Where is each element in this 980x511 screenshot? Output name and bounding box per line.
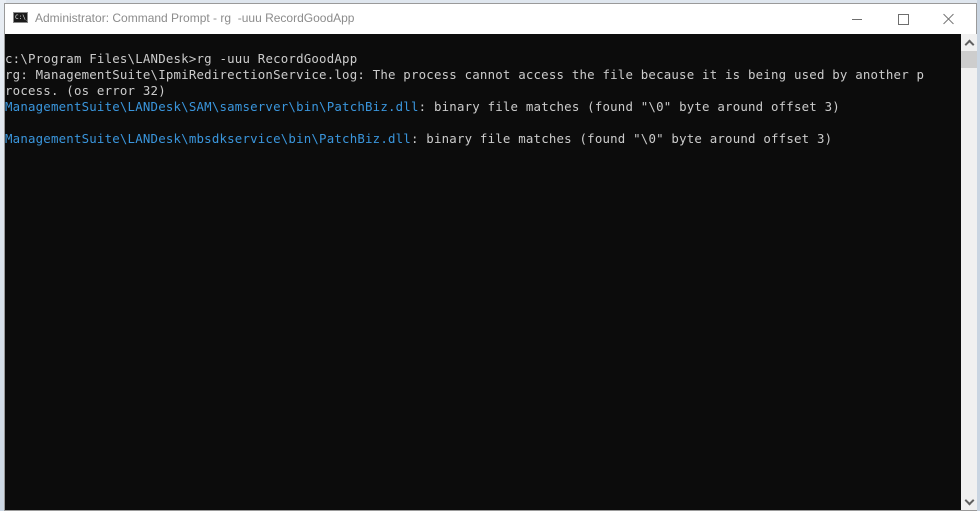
title-bar[interactable]: C:\_ Administrator: Command Prompt - rg … <box>5 4 976 34</box>
scroll-thumb[interactable] <box>961 51 977 68</box>
scroll-up-button[interactable] <box>961 34 977 51</box>
console-line-error: rg: ManagementSuite\IpmiRedirectionServi… <box>5 67 925 82</box>
minimize-icon <box>852 18 862 20</box>
prompt: c:\Program Files\LANDesk> <box>5 51 197 66</box>
console-output[interactable]: c:\Program Files\LANDesk>rg -uuu RecordG… <box>5 34 961 510</box>
chevron-down-icon <box>964 495 974 505</box>
match-message: : binary file matches (found "\0" byte a… <box>410 131 833 146</box>
chevron-up-icon <box>964 39 974 49</box>
vertical-scrollbar[interactable] <box>961 34 977 510</box>
scroll-down-button[interactable] <box>961 493 977 510</box>
close-button[interactable] <box>926 4 972 34</box>
match-message: : binary file matches (found "\0" byte a… <box>418 99 840 114</box>
command-text: rg -uuu RecordGoodApp <box>196 51 358 66</box>
window-title: Administrator: Command Prompt - rg -uuu … <box>35 11 355 25</box>
console-line-match: ManagementSuite\LANDesk\SAM\samserver\bi… <box>5 99 840 115</box>
console-line-command: c:\Program Files\LANDesk>rg -uuu RecordG… <box>5 51 357 67</box>
maximize-button[interactable] <box>880 4 926 34</box>
console-line-match: ManagementSuite\LANDesk\mbsdkservice\bin… <box>5 131 832 147</box>
command-prompt-window: C:\_ Administrator: Command Prompt - rg … <box>4 3 977 511</box>
match-path: ManagementSuite\LANDesk\mbsdkservice\bin… <box>5 131 411 146</box>
maximize-icon <box>897 13 909 25</box>
match-path: ManagementSuite\LANDesk\SAM\samserver\bi… <box>5 99 419 114</box>
minimize-button[interactable] <box>834 4 880 34</box>
close-icon <box>943 13 955 25</box>
command-prompt-icon[interactable]: C:\_ <box>13 12 28 23</box>
console-line-error-cont: rocess. (os error 32) <box>5 83 166 98</box>
